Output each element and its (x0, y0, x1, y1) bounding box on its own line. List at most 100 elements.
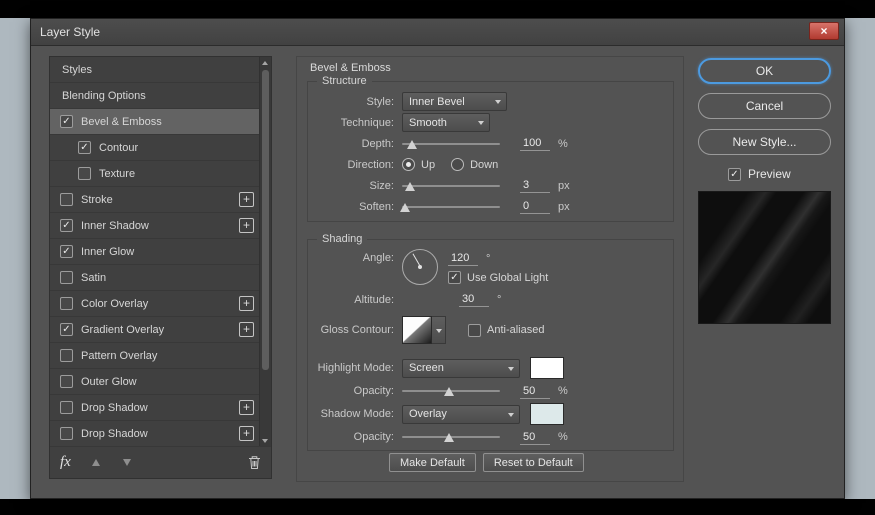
direction-row: Direction: Up Down (308, 154, 673, 175)
sidebar-item-outer-glow[interactable]: Outer Glow (50, 369, 259, 395)
scroll-up-icon[interactable] (260, 57, 271, 69)
size-value[interactable]: 3 (520, 178, 550, 193)
shadow-opacity-value[interactable]: 50 (520, 430, 550, 445)
cancel-button[interactable]: Cancel (698, 93, 831, 119)
reset-to-default-button[interactable]: Reset to Default (483, 453, 584, 472)
depth-unit: % (558, 138, 568, 150)
sidebar-item-texture[interactable]: Texture (50, 161, 259, 187)
sidebar-item-satin[interactable]: Satin (50, 265, 259, 291)
add-effect-icon[interactable]: + (239, 400, 254, 415)
ok-button[interactable]: OK (698, 58, 831, 84)
sidebar-item-inner-glow[interactable]: ✓ Inner Glow (50, 239, 259, 265)
delete-effect-icon[interactable] (248, 455, 261, 470)
technique-select[interactable]: Smooth (402, 113, 490, 132)
style-select-value: Inner Bevel (409, 96, 465, 108)
highlight-mode-label: Highlight Mode: (308, 362, 402, 374)
add-effect-icon[interactable]: + (239, 192, 254, 207)
effect-checkbox[interactable] (78, 167, 91, 180)
slider-thumb[interactable] (444, 387, 454, 396)
fx-icon[interactable]: fx (60, 454, 71, 471)
shadow-mode-select[interactable]: Overlay (402, 405, 520, 424)
structure-group: Structure Style: Inner Bevel Technique: … (307, 81, 674, 222)
sidebar-item-stroke[interactable]: Stroke + (50, 187, 259, 213)
effect-checkbox[interactable]: ✓ (60, 245, 73, 258)
effect-checkbox[interactable]: ✓ (60, 323, 73, 336)
effect-checkbox[interactable]: ✓ (60, 219, 73, 232)
effect-checkbox[interactable] (60, 401, 73, 414)
sidebar-item-blending-options[interactable]: Blending Options (50, 83, 259, 109)
style-select[interactable]: Inner Bevel (402, 92, 507, 111)
gloss-contour-thumbnail[interactable] (402, 316, 432, 344)
highlight-color-swatch[interactable] (530, 357, 564, 379)
effect-checkbox[interactable]: ✓ (78, 141, 91, 154)
shadow-opacity-slider[interactable] (402, 430, 500, 444)
effect-checkbox[interactable] (60, 427, 73, 440)
sidebar-item-label: Bevel & Emboss (81, 116, 162, 128)
add-effect-icon[interactable]: + (239, 426, 254, 441)
sidebar-item-pattern-overlay[interactable]: Pattern Overlay (50, 343, 259, 369)
slider-thumb[interactable] (400, 203, 410, 212)
angle-dial[interactable] (402, 249, 438, 285)
depth-value[interactable]: 100 (520, 136, 550, 151)
angle-row: Angle: 120 ° ✓ Use Glo (308, 249, 673, 289)
altitude-label: Altitude: (308, 294, 402, 306)
move-effect-down-icon[interactable] (122, 458, 133, 468)
check-icon: ✓ (730, 169, 738, 180)
highlight-opacity-value[interactable]: 50 (520, 384, 550, 399)
defaults-button-row: Make Default Reset to Default (389, 453, 584, 472)
sidebar-item-label: Outer Glow (81, 376, 137, 388)
anti-aliased-checkbox[interactable] (468, 324, 481, 337)
size-slider[interactable] (402, 179, 500, 193)
add-effect-icon[interactable]: + (239, 218, 254, 233)
soften-slider[interactable] (402, 200, 500, 214)
effect-checkbox[interactable] (60, 297, 73, 310)
style-label: Style: (308, 96, 402, 108)
sidebar-item-gradient-overlay[interactable]: ✓ Gradient Overlay + (50, 317, 259, 343)
direction-down-radio[interactable] (451, 158, 464, 171)
soften-value[interactable]: 0 (520, 199, 550, 214)
desktop-background: Layer Style × StylesBlending Options✓Bev… (0, 0, 875, 515)
angle-value[interactable]: 120 (448, 251, 478, 266)
add-effect-icon[interactable]: + (239, 322, 254, 337)
sidebar-item-label: Gradient Overlay (81, 324, 164, 336)
gloss-contour-picker[interactable] (432, 316, 446, 344)
slider-thumb[interactable] (405, 182, 415, 191)
sidebar-item-label: Inner Glow (81, 246, 134, 258)
new-style-button[interactable]: New Style... (698, 129, 831, 155)
chevron-down-icon (478, 121, 484, 125)
sidebar-item-contour[interactable]: ✓Contour (50, 135, 259, 161)
sidebar-item-inner-shadow[interactable]: ✓ Inner Shadow + (50, 213, 259, 239)
sidebar-item-drop-shadow[interactable]: Drop Shadow+ (50, 421, 259, 447)
make-default-button[interactable]: Make Default (389, 453, 476, 472)
sidebar-item-label: Stroke (81, 194, 113, 206)
slider-thumb[interactable] (444, 433, 454, 442)
effect-checkbox[interactable] (60, 349, 73, 362)
slider-thumb[interactable] (407, 140, 417, 149)
sidebar-item-bevel-emboss[interactable]: ✓ Bevel & Emboss (50, 109, 259, 135)
gloss-contour-row: Gloss Contour: Anti-aliased (308, 312, 673, 348)
effect-checkbox[interactable] (60, 271, 73, 284)
sidebar-item-label: Inner Shadow (81, 220, 149, 232)
highlight-mode-select[interactable]: Screen (402, 359, 520, 378)
use-global-light-checkbox[interactable]: ✓ (448, 271, 461, 284)
effect-checkbox[interactable] (60, 375, 73, 388)
effect-checkbox[interactable] (60, 193, 73, 206)
style-list: StylesBlending Options✓Bevel & Emboss✓Co… (50, 57, 259, 447)
effect-checkbox[interactable]: ✓ (60, 115, 73, 128)
shadow-color-swatch[interactable] (530, 403, 564, 425)
depth-slider[interactable] (402, 137, 500, 151)
size-unit: px (558, 180, 570, 192)
sidebar-item-styles[interactable]: Styles (50, 57, 259, 83)
sidebar-item-color-overlay[interactable]: Color Overlay+ (50, 291, 259, 317)
list-scrollbar[interactable] (259, 57, 271, 447)
direction-up-radio[interactable] (402, 158, 415, 171)
add-effect-icon[interactable]: + (239, 296, 254, 311)
shadow-opacity-row: Opacity: 50 % (308, 426, 673, 448)
highlight-opacity-row: Opacity: 50 % (308, 380, 673, 402)
move-effect-up-icon[interactable] (91, 458, 102, 468)
scrollbar-thumb[interactable] (262, 70, 269, 370)
preview-checkbox[interactable]: ✓ (728, 168, 741, 181)
sidebar-item-drop-shadow[interactable]: Drop Shadow+ (50, 395, 259, 421)
highlight-opacity-slider[interactable] (402, 384, 500, 398)
altitude-value[interactable]: 30 (459, 292, 489, 307)
